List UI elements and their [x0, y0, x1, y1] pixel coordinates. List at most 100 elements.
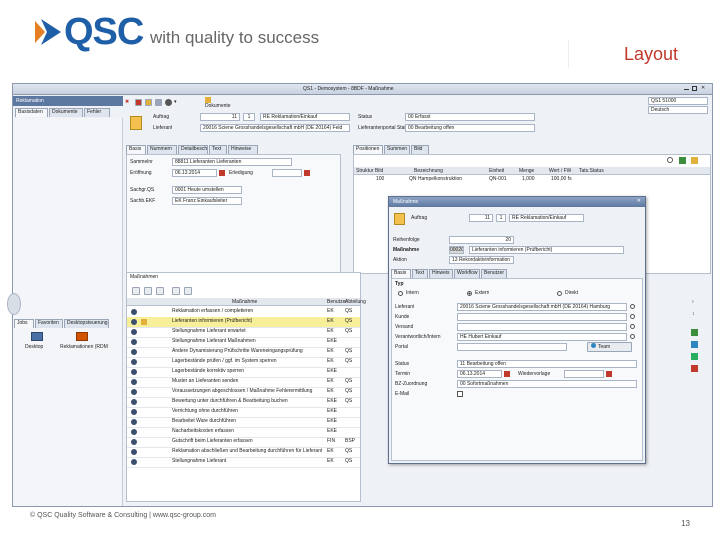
auftrag-type-field[interactable]: RE Reklamation/Einkauf	[260, 113, 350, 121]
alert-icon[interactable]	[691, 365, 698, 372]
tab-bild[interactable]: Bild	[411, 145, 429, 154]
window-controls[interactable]: ✕	[684, 85, 708, 93]
col-status[interactable]: Tats.Status	[579, 168, 604, 175]
col-benutzer[interactable]: Benutzer	[327, 299, 347, 306]
documents-button[interactable]: Dokumente	[205, 103, 231, 110]
eroeffnung-field[interactable]: 06.13.2014	[172, 169, 217, 177]
dialog-auftrag-type[interactable]: RE Reklamation/Einkauf	[509, 214, 584, 222]
col-einheit[interactable]: Einheit	[489, 168, 504, 175]
tab-desktopsteuerung[interactable]: Desktopsteuerung	[64, 319, 109, 328]
radio-extern[interactable]	[467, 291, 472, 296]
sachb-field[interactable]: EK Franz Einkaufsleiter	[172, 197, 242, 205]
tab-hinweise[interactable]: Hinweise	[228, 145, 258, 154]
wiedervorlage-field[interactable]	[564, 370, 604, 378]
col-massnahme[interactable]: Maßnahme	[232, 299, 257, 306]
kunde-search-icon[interactable]	[630, 314, 635, 319]
col-wert[interactable]: Wert / FW	[549, 168, 571, 175]
verantwortlich-search-icon[interactable]	[630, 334, 635, 339]
massnahme-field[interactable]: 00020	[449, 246, 464, 254]
versand-field[interactable]	[457, 323, 627, 331]
termin-field[interactable]: 06.13.2014	[457, 370, 502, 378]
tab-text[interactable]: Text	[209, 145, 227, 154]
folder-icon[interactable]	[145, 99, 152, 106]
dialog-tab-benutzer[interactable]: Benutzer	[481, 269, 507, 278]
lieferant-search-icon[interactable]	[630, 304, 635, 309]
dialog-close-icon[interactable]: ✕	[637, 198, 641, 205]
chevron-right-icon[interactable]: ›	[692, 299, 694, 306]
calendar-icon-2[interactable]	[304, 170, 310, 176]
save-icon[interactable]	[135, 99, 142, 106]
col-bezeichnung[interactable]: Bezeichnung	[414, 168, 443, 175]
radio-intern[interactable]	[398, 291, 403, 296]
sachgr-field[interactable]: 0001 Heute umstellen	[172, 186, 242, 194]
desktop-shortcut[interactable]: Desktop	[23, 332, 53, 356]
verantwortlich-field[interactable]: HE Hubert Einkauf	[457, 333, 627, 341]
tab-fehler[interactable]: Fehler	[84, 108, 110, 117]
dialog-tab-workflow[interactable]: Workflow	[454, 269, 480, 278]
language-select[interactable]: Deutsch	[648, 106, 708, 114]
print-icon[interactable]	[155, 99, 162, 106]
close-record-icon[interactable]: ✖	[125, 99, 129, 106]
dialog-auftrag-no[interactable]: 1	[496, 214, 506, 222]
tab-favoriten[interactable]: Favoriten	[35, 319, 63, 328]
aktion-select[interactable]: 13 Rekordaktivinformation	[449, 256, 514, 264]
refresh-icon[interactable]	[184, 287, 192, 295]
move-icon[interactable]	[172, 287, 180, 295]
minimize-icon[interactable]	[684, 89, 689, 90]
radio-direkt[interactable]	[557, 291, 562, 296]
dialog-tab-hinweis[interactable]: Hinweis	[429, 269, 453, 278]
dialog-status-select[interactable]: 11 Bearbeitung offen	[457, 360, 637, 368]
delete-icon[interactable]	[144, 287, 152, 295]
tab-dokumente[interactable]: Dokumente	[49, 108, 83, 117]
col-menge[interactable]: Menge	[519, 168, 534, 175]
dialog-tab-text[interactable]: Text	[412, 269, 428, 278]
termin-calendar-icon[interactable]	[504, 371, 510, 377]
dialog-auftrag-field[interactable]: 11	[469, 214, 493, 222]
kunde-field[interactable]	[457, 313, 627, 321]
reklamationen-shortcut[interactable]: Reklamationen (RDM)	[58, 332, 108, 356]
report-icon[interactable]	[691, 329, 698, 336]
add-icon[interactable]	[132, 287, 140, 295]
lieferstatus-select[interactable]: 00 Bearbeitung offen	[405, 124, 535, 132]
auftrag-no-field[interactable]: 1	[243, 113, 255, 121]
portal-field[interactable]	[457, 343, 567, 351]
maximize-icon[interactable]	[692, 86, 697, 91]
tab-jobs[interactable]: Jobs	[14, 319, 34, 328]
table-row[interactable]: 100 QN Hampelkonstruktion QN-001 1,000 1…	[354, 176, 710, 184]
email-checkbox[interactable]	[457, 391, 463, 397]
auftrag-field[interactable]: 11	[200, 113, 240, 121]
tab-positionen[interactable]: Positionen	[353, 145, 383, 154]
search-icon[interactable]	[667, 157, 673, 163]
dialog-lieferant-field[interactable]: 20016 Sciene Grosshandelsgesellschaft mb…	[457, 303, 627, 311]
reihenfolge-field[interactable]: 20	[449, 236, 514, 244]
status-select[interactable]: 00 Erfasst	[405, 113, 535, 121]
tab-basis[interactable]: Basis	[126, 145, 146, 154]
settings-icon[interactable]	[165, 99, 172, 106]
dropdown-arrow-icon[interactable]: ▾	[174, 99, 177, 106]
chart-icon[interactable]	[691, 341, 698, 348]
calendar-icon[interactable]	[219, 170, 225, 176]
bezug-select[interactable]: 00 Sofortmaßnahmen	[457, 380, 637, 388]
sidebar-expander[interactable]	[7, 293, 21, 315]
copy-icon[interactable]	[156, 287, 164, 295]
sammelnr-field[interactable]: 88811 Lieferanten Lieferanten	[172, 158, 292, 166]
table-row[interactable]: Stellungnahme Lieferant EK QS	[127, 457, 360, 468]
export-icon[interactable]	[691, 157, 698, 164]
versand-search-icon[interactable]	[630, 324, 635, 329]
erledigung-field[interactable]	[272, 169, 302, 177]
dialog-tab-basis[interactable]: Basis	[391, 269, 411, 278]
tab-nummern[interactable]: Nummern	[147, 145, 177, 154]
col-struktur[interactable]: Struktur Bild	[356, 168, 383, 175]
lieferant-field[interactable]: 20016 Sciene Grosshandelsgesellschaft mb…	[200, 124, 350, 132]
tab-basisdaten[interactable]: Basisdaten	[15, 108, 48, 117]
tab-detail[interactable]: Detailbeschreibung	[178, 145, 208, 154]
massnahme-text-field[interactable]: Lieferanten informieren (Prüfbericht)	[469, 246, 624, 254]
client-select[interactable]: QS1 51000	[648, 97, 708, 105]
tab-summen[interactable]: Summen	[384, 145, 410, 154]
filter-icon[interactable]	[679, 157, 686, 164]
check-icon[interactable]	[691, 353, 698, 360]
team-button[interactable]: Team	[587, 342, 632, 352]
chevron-up-icon[interactable]: ↕	[692, 311, 695, 318]
wiedervorlage-calendar-icon[interactable]	[606, 371, 612, 377]
col-abteilung[interactable]: Abteilung	[345, 299, 366, 306]
